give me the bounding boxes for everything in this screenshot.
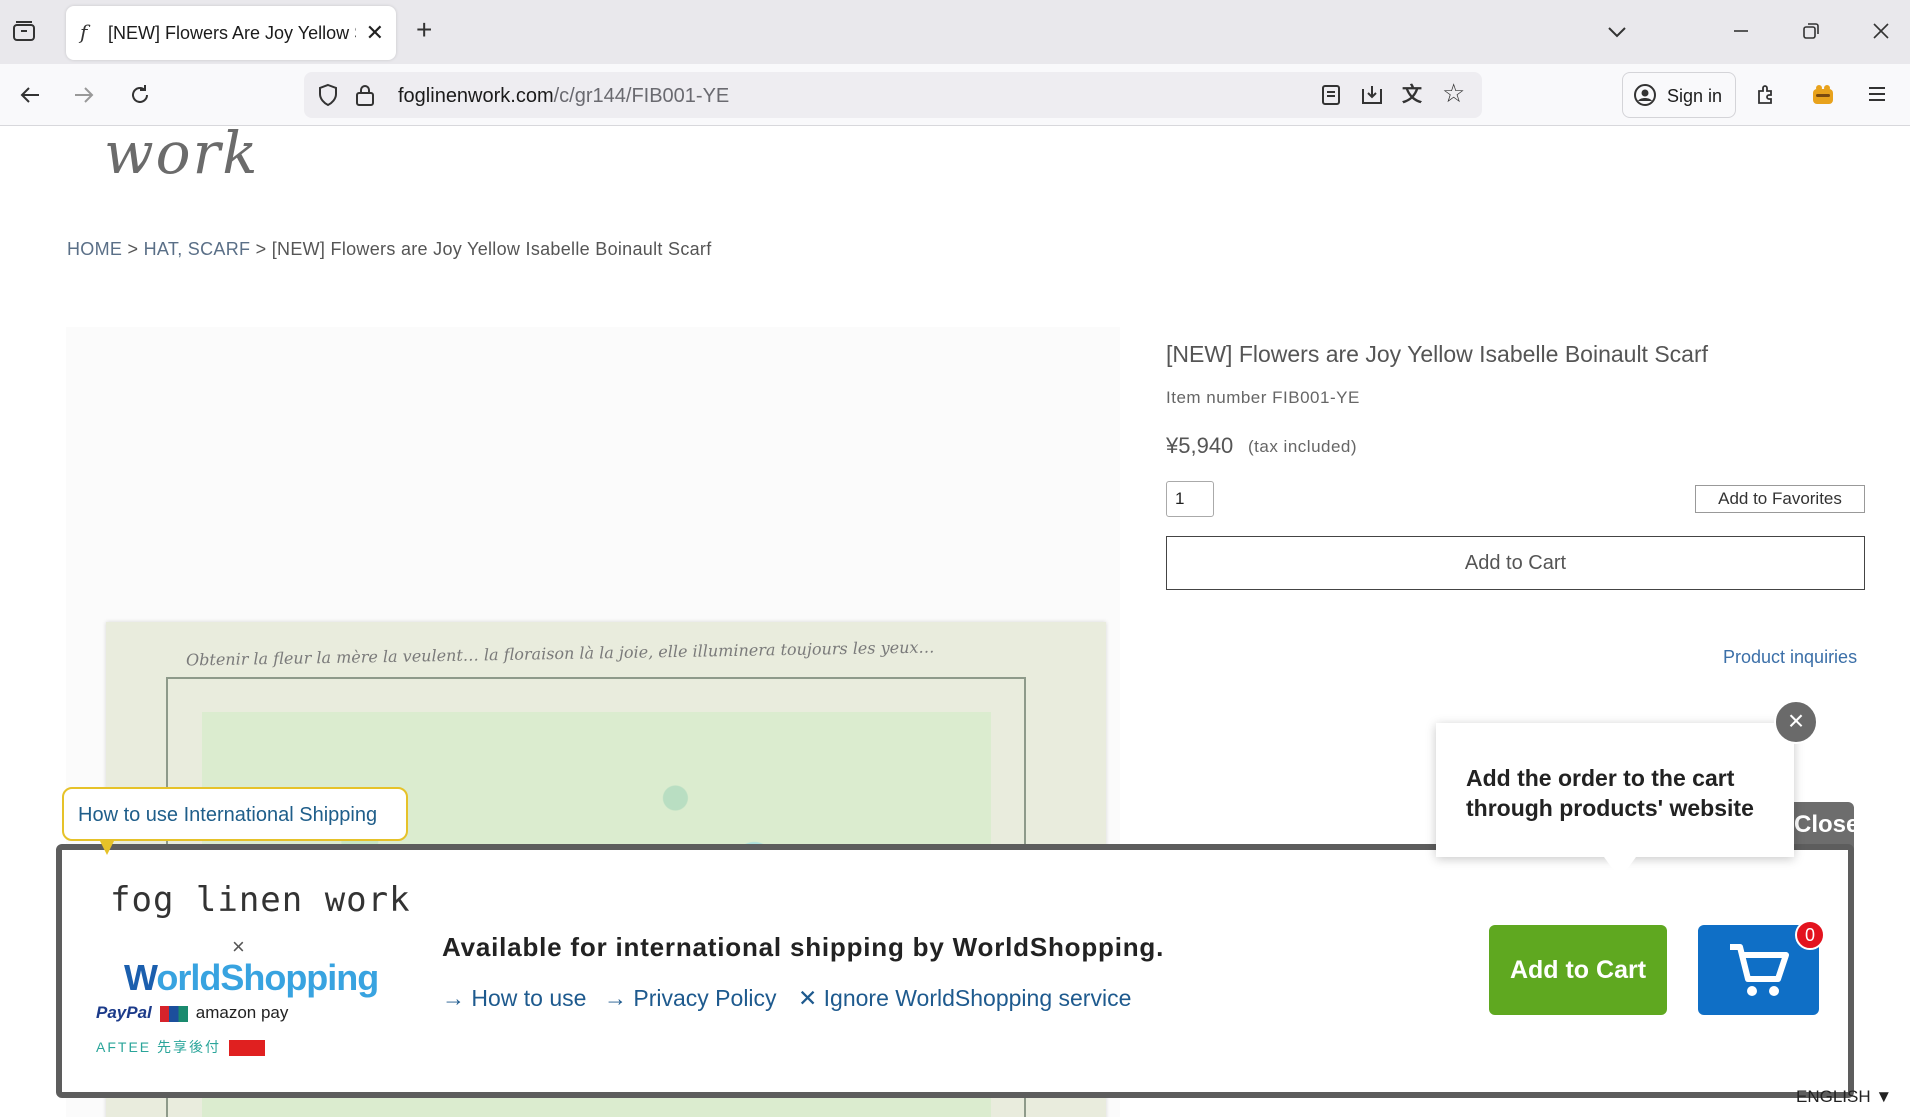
navigation-bar: foglinenwork.com/c/gr144/FIB001-YE 文 ☆ S… <box>0 64 1910 126</box>
product-price: ¥5,940 <box>1166 433 1234 458</box>
language-selector[interactable]: ENGLISH ▼ <box>1796 1087 1892 1107</box>
tab-title: [NEW] Flowers Are Joy Yellow Scarf <box>108 23 356 43</box>
product-title: [NEW] Flowers are Joy Yellow Isabelle Bo… <box>1166 341 1709 367</box>
bubble-tail <box>100 841 114 855</box>
restore-icon[interactable] <box>1800 20 1822 47</box>
add-to-cart-button[interactable]: Add to Cart <box>1166 536 1865 590</box>
ignore-worldshopping-link[interactable]: ✕ Ignore WorldShopping service <box>798 985 1131 1012</box>
list-all-tabs-icon[interactable] <box>1606 20 1628 44</box>
extensions-icon[interactable] <box>1754 83 1778 112</box>
tab-close-icon[interactable]: ✕ <box>366 20 384 46</box>
how-to-use-link[interactable]: → How to use <box>442 985 586 1012</box>
cart-icon <box>1730 944 1789 996</box>
worldshopping-headline: Available for international shipping by … <box>442 932 1165 962</box>
url-path: /c/gr144/FIB001-YE <box>553 85 730 107</box>
breadcrumb: HOME > HAT, SCARF > [NEW] Flowers are Jo… <box>67 239 712 260</box>
breadcrumb-category-link[interactable]: HAT, SCARF <box>144 239 251 259</box>
minimize-icon[interactable] <box>1730 20 1752 47</box>
account-icon <box>1633 83 1657 112</box>
worldshopping-add-to-cart-button[interactable]: Add to Cart <box>1489 925 1667 1015</box>
back-icon[interactable] <box>18 83 42 112</box>
payment-logos-row2: AFTEE 先享後付 <box>96 1037 266 1057</box>
worldshopping-tooltip: Add the order to the cart through produc… <box>1436 723 1794 879</box>
reload-icon[interactable] <box>128 83 152 112</box>
how-to-use-bubble-label: How to use International Shipping <box>78 804 378 826</box>
worldshopping-logo: WorldShopping <box>124 957 379 999</box>
paypal-logo: PayPal <box>96 1003 152 1022</box>
sign-in-label: Sign in <box>1667 86 1723 106</box>
price-tax-note: (tax included) <box>1248 437 1358 456</box>
url-bar[interactable]: foglinenwork.com/c/gr144/FIB001-YE 文 ☆ <box>304 72 1482 118</box>
reader-view-icon[interactable] <box>1320 83 1342 112</box>
bookmark-star-icon[interactable]: ☆ <box>1442 80 1465 106</box>
browser-tab[interactable]: f [NEW] Flowers Are Joy Yellow Scarf ✕ <box>66 6 396 60</box>
fog-linen-work-logo: fog linen work <box>110 880 411 920</box>
site-favicon-icon: f <box>80 20 88 44</box>
new-tab-icon[interactable]: + <box>416 16 432 44</box>
privacy-policy-link[interactable]: → Privacy Policy <box>604 985 777 1012</box>
profile-icon[interactable] <box>1810 81 1836 112</box>
breadcrumb-separator: > <box>122 239 144 259</box>
tooltip-text: Add the order to the cart through produc… <box>1466 765 1754 821</box>
worldshopping-logo-rest: orldShopping <box>156 957 379 998</box>
shield-icon[interactable] <box>316 83 340 112</box>
url-host: foglinenwork.com <box>398 85 554 107</box>
url-text[interactable]: foglinenwork.com/c/gr144/FIB001-YE <box>398 85 729 108</box>
cart-count-badge: 0 <box>1795 920 1825 950</box>
forward-icon[interactable] <box>72 83 96 112</box>
worldshopping-logo-w: W <box>124 957 157 998</box>
tab-bar: f [NEW] Flowers Are Joy Yellow Scarf ✕ + <box>0 0 1910 64</box>
tab-list-icon[interactable] <box>12 20 36 47</box>
sign-in-button[interactable]: Sign in <box>1622 72 1736 118</box>
breadcrumb-separator: > <box>250 239 272 259</box>
menu-icon[interactable] <box>1866 83 1888 110</box>
add-to-favorites-button[interactable]: Add to Favorites <box>1695 485 1865 513</box>
product-inquiries-link[interactable]: Product inquiries <box>1723 647 1857 668</box>
item-number: Item number FIB001-YE <box>1166 388 1360 407</box>
amazon-pay-logo: amazon pay <box>195 1003 289 1022</box>
how-to-use-bubble[interactable]: How to use International Shipping <box>62 787 408 855</box>
translate-icon[interactable]: 文 <box>1402 83 1422 107</box>
tooltip-close-icon[interactable]: × <box>1774 700 1818 744</box>
breadcrumb-home-link[interactable]: HOME <box>67 239 122 259</box>
quantity-input[interactable] <box>1166 481 1214 517</box>
payment-logos: PayPal amazon pay <box>96 1003 288 1023</box>
unionpay-icon <box>159 1005 188 1022</box>
scarf-script-text: Obtenir la fleur la mère la veulent… la … <box>185 637 935 670</box>
breadcrumb-current: [NEW] Flowers are Joy Yellow Isabelle Bo… <box>271 239 712 259</box>
save-icon[interactable] <box>1360 83 1384 112</box>
tooltip-tail <box>1604 857 1636 879</box>
lock-icon[interactable] <box>354 83 376 112</box>
window-close-icon[interactable] <box>1870 20 1892 47</box>
aftee-logo: AFTEE 先享後付 <box>96 1039 222 1055</box>
red-payment-icon <box>229 1040 266 1057</box>
site-logo[interactable]: work <box>104 127 259 187</box>
